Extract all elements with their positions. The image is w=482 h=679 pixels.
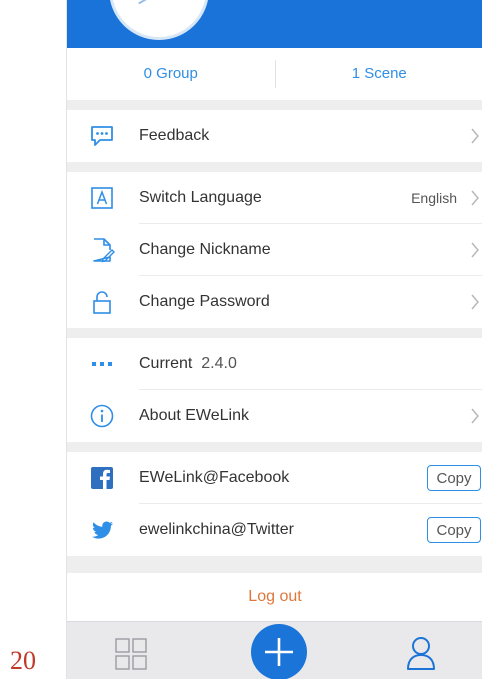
menu-item-label: Switch Language <box>139 189 262 206</box>
version-value: 2.4.0 <box>201 355 237 372</box>
chevron-right-icon <box>467 276 482 328</box>
facebook-icon <box>89 465 115 491</box>
language-icon <box>89 185 115 211</box>
phone-screen: 0 Group 1 Scene Feedback Switch Language… <box>66 0 482 679</box>
chevron-right-icon <box>467 172 482 224</box>
scene-count[interactable]: 1 Scene <box>276 48 482 100</box>
menu-item-switch-language[interactable]: Switch Language English <box>67 172 482 224</box>
profile-header <box>67 0 482 48</box>
copy-facebook-button[interactable]: Copy <box>427 465 481 491</box>
menu-item-label: About EWeLink <box>139 407 249 424</box>
menu-item-about[interactable]: About EWeLink <box>67 390 482 442</box>
chevron-right-icon <box>467 390 482 442</box>
section-gap <box>67 328 482 338</box>
grid-icon[interactable] <box>113 636 149 672</box>
chevron-right-icon <box>467 224 482 276</box>
menu-item-current-version: Current 2.4.0 <box>67 338 482 390</box>
social-item-twitter: ewelinkchina@Twitter Copy <box>67 504 482 556</box>
menu-item-label: Change Password <box>139 293 270 310</box>
section-gap <box>67 100 482 110</box>
copy-twitter-button[interactable]: Copy <box>427 517 481 543</box>
bottom-tab-bar <box>67 621 482 679</box>
menu-item-label: Current <box>139 355 193 372</box>
lock-icon <box>89 289 115 315</box>
menu-item-change-nickname[interactable]: Change Nickname <box>67 224 482 276</box>
section-gap <box>67 162 482 172</box>
chevron-right-icon <box>467 110 482 162</box>
logout-button[interactable]: Log out <box>67 573 482 621</box>
feedback-icon <box>89 123 115 149</box>
user-icon[interactable] <box>403 634 439 672</box>
language-value: English <box>411 190 457 206</box>
menu-item-label: Feedback <box>139 127 210 144</box>
more-dots-icon <box>89 351 115 377</box>
avatar[interactable] <box>109 0 209 40</box>
menu-item-label: Change Nickname <box>139 241 271 258</box>
section-gap <box>67 442 482 452</box>
menu-item-change-password[interactable]: Change Password <box>67 276 482 328</box>
menu-item-feedback[interactable]: Feedback <box>67 110 482 162</box>
avatar-logo-mark <box>138 0 200 5</box>
edit-document-icon <box>89 237 115 263</box>
group-count[interactable]: 0 Group <box>67 48 275 100</box>
social-handle: ewelinkchina@Twitter <box>139 521 294 538</box>
stats-bar: 0 Group 1 Scene <box>67 48 482 100</box>
section-gap <box>67 556 482 573</box>
social-handle: EWeLink@Facebook <box>139 469 290 486</box>
page-number: 20 <box>10 646 36 675</box>
info-icon <box>89 403 115 429</box>
twitter-icon <box>89 517 115 543</box>
social-item-facebook: EWeLink@Facebook Copy <box>67 452 482 504</box>
version-row-text: Current 2.4.0 <box>139 338 237 390</box>
add-icon[interactable] <box>251 624 307 679</box>
